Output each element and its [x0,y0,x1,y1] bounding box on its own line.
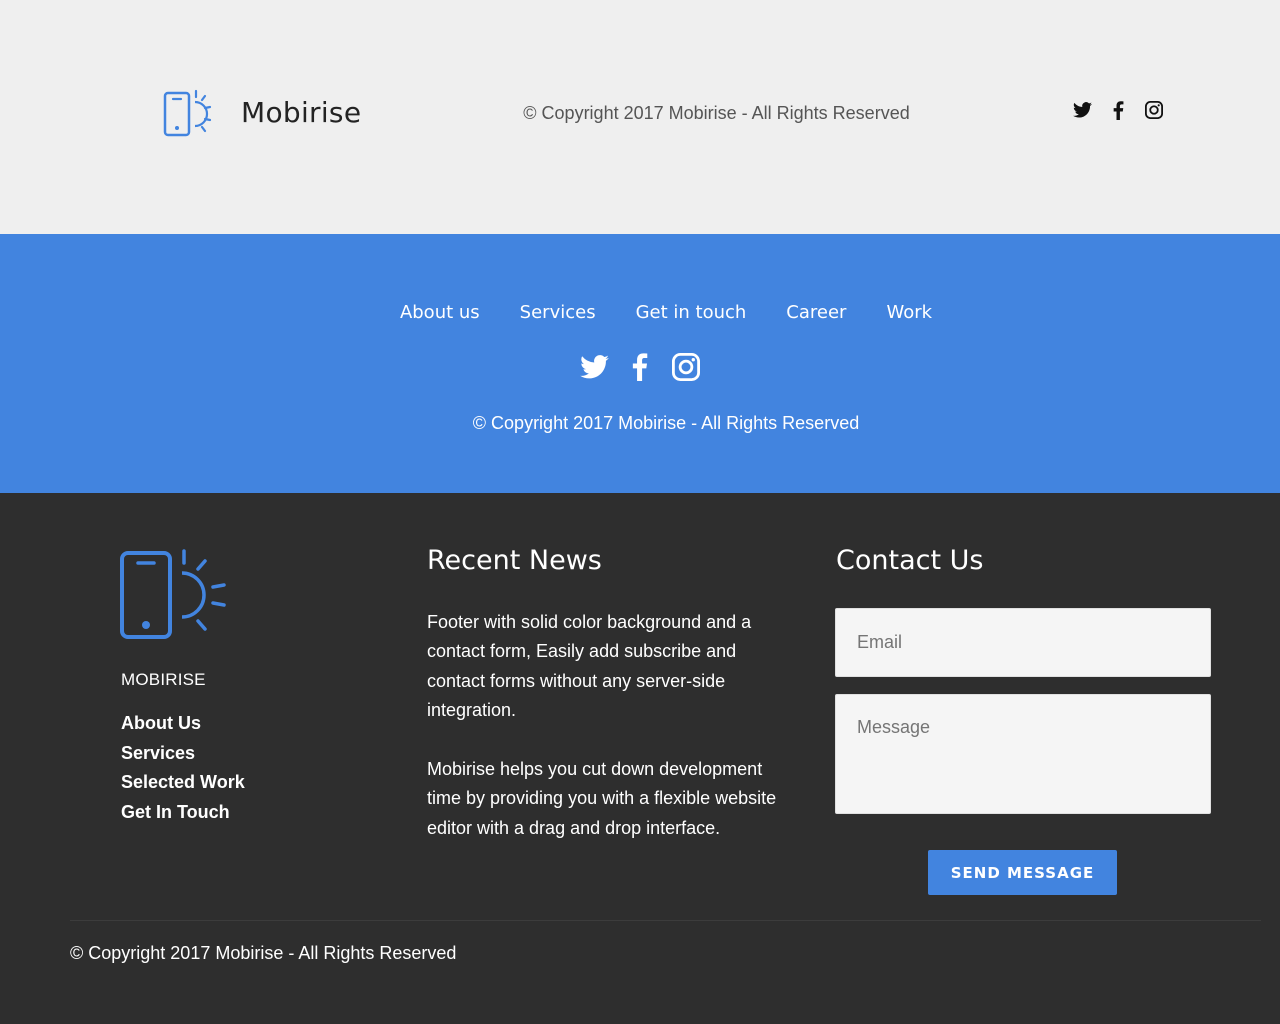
copyright-text: © Copyright 2017 Mobirise - All Rights R… [472,413,860,433]
footer-nav: About us Services Get in touch Career Wo… [0,302,1280,323]
link-about-us[interactable]: About Us [121,713,201,733]
link-get-in-touch[interactable]: Get In Touch [121,802,230,822]
list-item: Selected Work [121,772,245,802]
facebook-icon[interactable] [625,352,655,382]
twitter-icon[interactable] [579,352,609,382]
contact-us-heading: Contact Us [836,545,984,576]
social-links [0,352,1280,382]
twitter-icon[interactable] [1071,99,1093,121]
news-paragraph-2: Mobirise helps you cut down development … [427,759,777,838]
copyright-text: © Copyright 2017 Mobirise - All Rights R… [70,943,457,963]
mobirise-logo-icon[interactable] [119,549,229,641]
message-field[interactable] [835,694,1211,814]
nav-services[interactable]: Services [520,302,596,323]
list-item: About Us [121,713,245,743]
email-field[interactable] [835,608,1211,677]
list-item: Get In Touch [121,802,245,832]
footer-light: Mobirise © Copyright 2017 Mobirise - All… [0,0,1280,234]
brand-name: MOBIRISE [121,670,206,689]
instagram-icon[interactable] [1143,99,1165,121]
news-paragraph-1: Footer with solid color background and a… [427,612,752,721]
recent-news-heading: Recent News [427,545,602,576]
nav-get-in-touch[interactable]: Get in touch [636,302,747,323]
footer-dark: MOBIRISE About Us Services Selected Work… [0,493,1280,1024]
facebook-icon[interactable] [1107,99,1129,121]
footer-blue: About us Services Get in touch Career Wo… [0,234,1280,493]
nav-career[interactable]: Career [786,302,846,323]
link-services[interactable]: Services [121,743,195,763]
divider [70,920,1261,921]
list-item: Services [121,743,245,773]
footer-links: About Us Services Selected Work Get In T… [121,713,245,831]
instagram-icon[interactable] [671,352,701,382]
nav-work[interactable]: Work [886,302,932,323]
social-links [1071,99,1165,121]
send-message-button[interactable]: SEND MESSAGE [928,850,1117,895]
nav-about-us[interactable]: About us [400,302,480,323]
link-selected-work[interactable]: Selected Work [121,772,245,792]
